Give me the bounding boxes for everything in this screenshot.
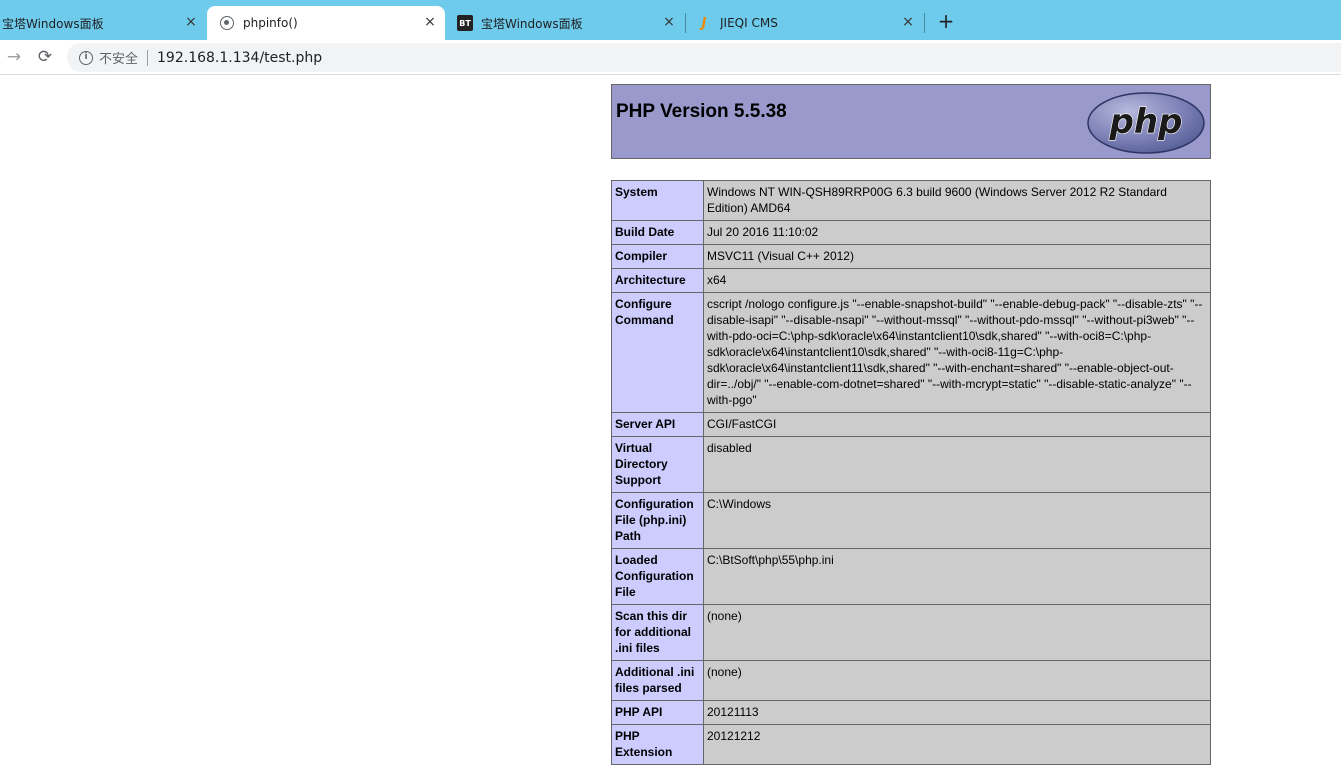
row-key: Build Date [611,220,704,245]
url-text[interactable]: 192.168.1.134/test.php [157,50,322,66]
row-value: 20121212 [703,724,1211,765]
row-value: CGI/FastCGI [703,412,1211,437]
security-status[interactable]: 不安全 [99,48,138,67]
tab-title: phpinfo() [243,16,298,30]
row-key: Additional .ini files parsed [611,660,704,701]
forward-icon[interactable]: → [3,46,25,68]
row-value: Windows NT WIN-QSH89RRP00G 6.3 build 960… [703,180,1211,221]
table-row: Scan this dir for additional .ini files(… [611,604,1211,661]
row-key: Virtual Directory Support [611,436,704,493]
row-value: MSVC11 (Visual C++ 2012) [703,244,1211,269]
table-row: Server API CGI/FastCGI [611,412,1211,437]
row-key: PHP API [611,700,704,725]
table-row: System Windows NT WIN-QSH89RRP00G 6.3 bui… [611,180,1211,221]
bt-icon: BT [457,15,473,31]
close-icon[interactable]: × [422,14,438,30]
table-row: Build Date Jul 20 2016 11:10:02 [611,220,1211,245]
table-row: Compiler MSVC11 (Visual C++ 2012) [611,244,1211,269]
row-value: x64 [703,268,1211,293]
new-tab-button[interactable]: + [935,11,957,33]
phpinfo-table: System Windows NT WIN-QSH89RRP00G 6.3 bui… [611,180,1211,765]
row-key: Configuration File (php.ini) Path [611,492,704,549]
table-row: PHP API 20121113 [611,700,1211,725]
row-value: 20121113 [703,700,1211,725]
row-key: Architecture [611,268,704,293]
globe-icon [219,15,235,31]
tab-2[interactable]: phpinfo() × [207,6,445,40]
row-key: System [611,180,704,221]
page-title: PHP Version 5.5.38 [616,101,787,122]
php-logo-text: php [1109,102,1183,142]
row-key: Configure Command [611,292,704,413]
tab-4[interactable]: J JIEQI CMS × [686,6,922,40]
tab-separator [924,13,925,33]
tab-title: 宝塔Windows面板 [481,16,583,31]
tab-1[interactable]: 宝塔Windows面板 × [0,6,205,40]
info-icon[interactable]: i [79,50,93,65]
row-value: (none) [703,660,1211,701]
tab-title: 宝塔Windows面板 [2,16,104,31]
row-key: Loaded Configuration File [611,548,704,605]
table-row: Configuration File (php.ini) Path C:\Wind… [611,492,1211,549]
table-row: Virtual Directory Support disabled [611,436,1211,493]
row-value: Jul 20 2016 11:10:02 [703,220,1211,245]
tab-3[interactable]: BT 宝塔Windows面板 × [448,6,684,40]
row-value: C:\BtSoft\php\55\php.ini [703,548,1211,605]
row-key: Compiler [611,244,704,269]
address-bar[interactable]: i 不安全 192.168.1.134/test.php [67,43,1341,72]
row-value: disabled [703,436,1211,493]
row-key: Scan this dir for additional .ini files [611,604,704,661]
table-row: Loaded Configuration File C:\BtSoft\php\5… [611,548,1211,605]
row-key: PHP Extension [611,724,704,765]
close-icon[interactable]: × [183,14,199,30]
php-logo[interactable]: php [1086,91,1206,155]
tab-strip: 宝塔Windows面板 × phpinfo() × BT 宝塔Windows面板… [0,0,1341,40]
table-row: Architecture x64 [611,268,1211,293]
row-value: C:\Windows [703,492,1211,549]
jieqi-icon: J [701,15,707,31]
table-row: Additional .ini files parsed (none) [611,660,1211,701]
row-key: Server API [611,412,704,437]
close-icon[interactable]: × [900,14,916,30]
table-row: PHP Extension 20121212 [611,724,1211,765]
close-icon[interactable]: × [661,14,677,30]
tab-title: JIEQI CMS [720,16,778,30]
phpinfo-header: PHP Version 5.5.38 php [611,84,1211,159]
row-value: cscript /nologo configure.js "--enable-s… [703,292,1211,413]
omnibox-divider [147,49,149,66]
reload-icon[interactable]: ⟳ [34,46,56,68]
browser-toolbar: → ⟳ i 不安全 192.168.1.134/test.php [0,40,1341,75]
row-value: (none) [703,604,1211,661]
phpinfo-content: PHP Version 5.5.38 php System Windows NT … [611,84,1211,765]
table-row: Configure Command cscript /nologo configu… [611,292,1211,413]
